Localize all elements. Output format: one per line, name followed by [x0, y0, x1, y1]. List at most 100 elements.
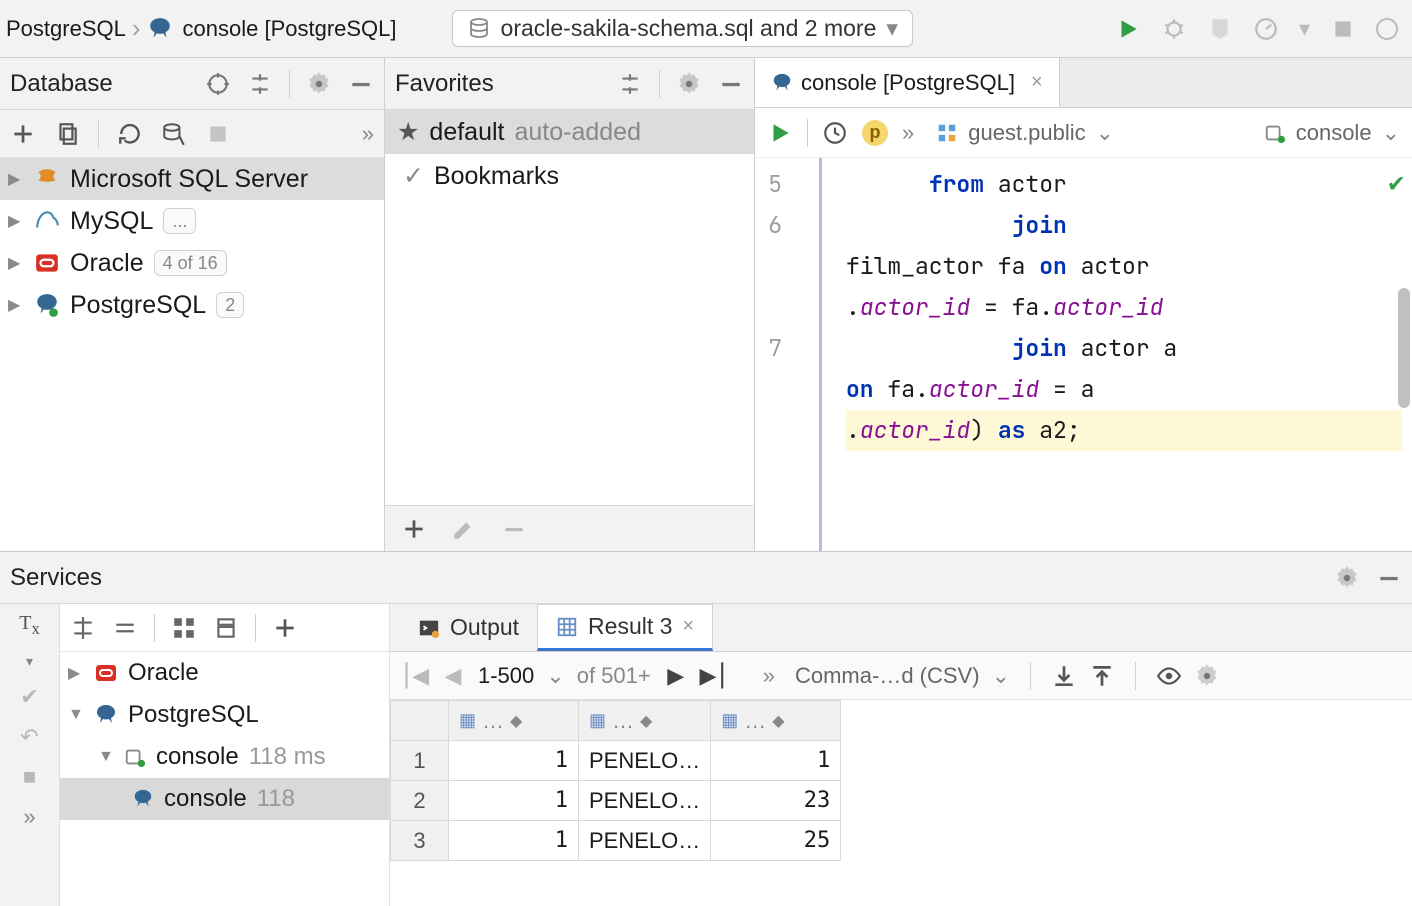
grid-icon[interactable]: [171, 615, 197, 641]
more-items-icon[interactable]: »: [362, 121, 374, 147]
collapse-icon[interactable]: [247, 71, 273, 97]
collapse-all-icon[interactable]: [112, 615, 138, 641]
add-icon[interactable]: [272, 615, 298, 641]
col-header[interactable]: …: [744, 708, 766, 734]
chevron-down-icon[interactable]: ▾: [26, 653, 33, 670]
svc-item-console-query[interactable]: console 118: [60, 778, 389, 820]
chevron-down-icon[interactable]: ⌄: [546, 663, 564, 689]
caret-right-icon: ▶: [8, 211, 24, 231]
schema-label[interactable]: guest.public: [968, 120, 1085, 146]
more-items-icon[interactable]: »: [763, 663, 775, 689]
db-tree-item-postgres[interactable]: ▶ PostgreSQL 2: [0, 284, 384, 326]
chevron-down-icon[interactable]: ⌄: [992, 663, 1010, 689]
history-icon[interactable]: [822, 120, 848, 146]
close-icon[interactable]: ×: [1031, 71, 1043, 94]
gear-icon[interactable]: [1334, 565, 1360, 591]
upload-icon[interactable]: [1089, 663, 1115, 689]
scrollbar-thumb[interactable]: [1398, 288, 1410, 408]
page-range[interactable]: 1-500: [478, 663, 534, 689]
inspection-ok-icon[interactable]: ✔: [1388, 164, 1404, 199]
rollback-icon[interactable]: ↶: [17, 724, 43, 750]
minimize-icon[interactable]: [1376, 565, 1402, 591]
tab-result[interactable]: Result 3 ×: [537, 604, 713, 651]
svc-item-oracle[interactable]: ▶ Oracle: [60, 652, 389, 694]
col-header[interactable]: …: [612, 708, 634, 734]
postgres-icon: [147, 16, 173, 42]
breadcrumb[interactable]: PostgreSQL › console [PostgreSQL]: [6, 13, 397, 44]
eye-icon[interactable]: [1156, 663, 1182, 689]
breadcrumb-item[interactable]: console [PostgreSQL]: [183, 16, 397, 42]
postgres-icon: [771, 72, 793, 94]
edit-icon[interactable]: [451, 516, 477, 542]
chevron-down-icon[interactable]: ▾: [1299, 16, 1310, 42]
expand-all-icon[interactable]: [70, 615, 96, 641]
close-icon[interactable]: ×: [682, 615, 694, 638]
services-panel: Services Tx ▾ ✔ ↶ ■ »: [0, 551, 1412, 906]
gear-icon[interactable]: [1194, 663, 1220, 689]
mysql-icon: [34, 208, 60, 234]
refresh-icon[interactable]: [117, 121, 143, 147]
diagnostics-icon[interactable]: [161, 121, 187, 147]
coverage-icon[interactable]: [1207, 16, 1233, 42]
remove-icon[interactable]: [501, 516, 527, 542]
target-icon[interactable]: [205, 71, 231, 97]
star-icon: ★: [397, 117, 419, 147]
console-label[interactable]: console: [1296, 120, 1372, 146]
chevron-down-icon[interactable]: ⌄: [1096, 120, 1114, 146]
svc-item-postgres[interactable]: ▼ PostgreSQL: [60, 694, 389, 736]
first-page-icon[interactable]: ⎮◀: [402, 663, 428, 689]
more-items-icon[interactable]: »: [902, 120, 914, 146]
next-page-icon[interactable]: ▶: [663, 663, 689, 689]
add-icon[interactable]: [10, 121, 36, 147]
tx-icon[interactable]: Tx: [19, 612, 40, 639]
filter-icon[interactable]: [213, 615, 239, 641]
chevron-down-icon[interactable]: ⌄: [1382, 120, 1400, 146]
sql-editor[interactable]: 5 6 7 from actor join film_actor fa on a…: [755, 158, 1412, 551]
code-body[interactable]: from actor join film_actor fa on actor .…: [819, 158, 1412, 551]
db-tree-item-oracle[interactable]: ▶ Oracle 4 of 16: [0, 242, 384, 284]
profile-icon[interactable]: [1253, 16, 1279, 42]
table-row[interactable]: 21PENELO…23: [391, 781, 841, 821]
services-tree[interactable]: ▶ Oracle ▼ PostgreSQL ▼ console 118 ms: [60, 652, 389, 906]
favorites-default-group[interactable]: ★ default auto-added: [385, 110, 754, 154]
prev-page-icon[interactable]: ◀: [440, 663, 466, 689]
svc-item-console-session[interactable]: ▼ console 118 ms: [60, 736, 389, 778]
table-row[interactable]: 31PENELO…25: [391, 821, 841, 861]
run-icon[interactable]: [1115, 16, 1141, 42]
table-row[interactable]: 11PENELO…1: [391, 741, 841, 781]
playground-icon[interactable]: p: [862, 120, 888, 146]
stop-icon[interactable]: [205, 121, 231, 147]
run-icon[interactable]: [767, 120, 793, 146]
collapse-icon[interactable]: [617, 71, 643, 97]
gear-icon[interactable]: [676, 71, 702, 97]
last-page-icon[interactable]: ▶⎮: [701, 663, 727, 689]
download-icon[interactable]: [1051, 663, 1077, 689]
caret-right-icon: ▶: [8, 295, 24, 315]
result-grid[interactable]: ▦…◆ ▦…◆ ▦…◆ 11PENELO…1 21PENELO…23 31PEN…: [390, 700, 1412, 906]
svc-label: PostgreSQL: [128, 701, 259, 729]
export-format-label[interactable]: Comma-…d (CSV): [795, 663, 980, 689]
database-tree[interactable]: ▶ Microsoft SQL Server ▶ MySQL ... ▶ Ora…: [0, 158, 384, 551]
editor-tab-console[interactable]: console [PostgreSQL] ×: [755, 58, 1060, 107]
more-icon[interactable]: [1376, 18, 1398, 40]
gear-icon[interactable]: [306, 71, 332, 97]
stop-icon[interactable]: [1330, 16, 1356, 42]
stop-icon[interactable]: ■: [17, 764, 43, 790]
top-toolbar: PostgreSQL › console [PostgreSQL] oracle…: [0, 0, 1412, 58]
db-tree-item-mssql[interactable]: ▶ Microsoft SQL Server: [0, 158, 384, 200]
breadcrumb-root[interactable]: PostgreSQL: [6, 16, 126, 42]
svc-label: console: [156, 743, 239, 771]
tab-output[interactable]: Output: [400, 604, 537, 651]
debug-icon[interactable]: [1161, 16, 1187, 42]
minimize-icon[interactable]: [348, 71, 374, 97]
commit-icon[interactable]: ✔: [17, 684, 43, 710]
add-icon[interactable]: [401, 516, 427, 542]
db-tree-item-mysql[interactable]: ▶ MySQL ...: [0, 200, 384, 242]
copy-icon[interactable]: [54, 121, 80, 147]
col-header[interactable]: …: [482, 708, 504, 734]
favorites-bookmarks-group[interactable]: ✓ Bookmarks: [385, 154, 754, 198]
mssql-icon: [34, 166, 60, 192]
minimize-icon[interactable]: [718, 71, 744, 97]
run-configuration-selector[interactable]: oracle-sakila-schema.sql and 2 more ▾: [452, 10, 913, 47]
more-items-icon[interactable]: »: [23, 804, 35, 830]
